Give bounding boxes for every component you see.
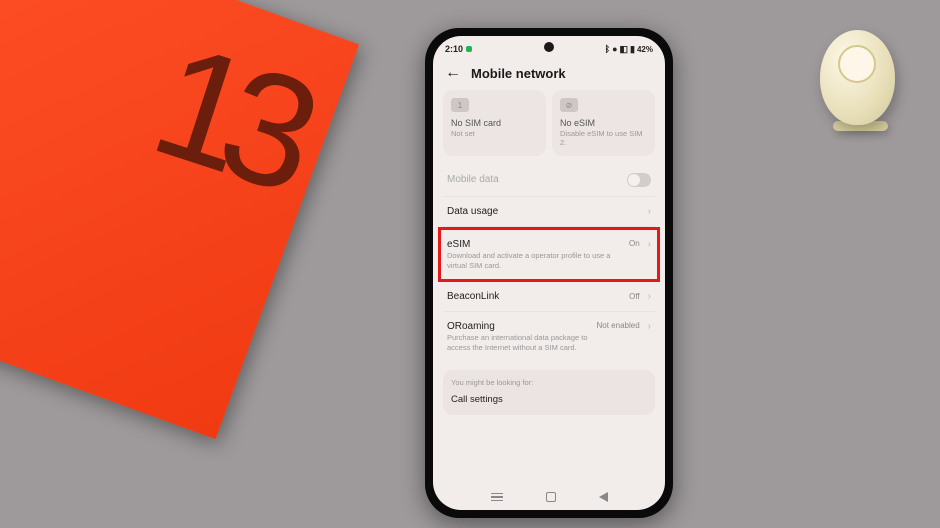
bluetooth-icon: ᛒ	[605, 44, 610, 54]
row-subtitle: Download and activate a operator profile…	[447, 251, 623, 271]
sim-title: No eSIM	[560, 118, 647, 128]
phone-device: 2:10 ᛒ ● ◧ ▮ 42% ← Mobile network 1 No S…	[425, 28, 673, 518]
row-esim[interactable]: eSIM Download and activate a operator pr…	[443, 230, 655, 280]
page-header: ← Mobile network	[433, 58, 665, 90]
esim-highlight: eSIM Download and activate a operator pr…	[438, 227, 660, 283]
row-subtitle: Purchase an international data package t…	[447, 333, 591, 353]
page-title: Mobile network	[471, 66, 566, 81]
settings-content: 1 No SIM card Not set ⊘ No eSIM Disable …	[433, 90, 665, 484]
sim-title: No SIM card	[451, 118, 538, 128]
row-label: BeaconLink	[447, 291, 623, 302]
status-indicator-icon	[466, 46, 472, 52]
row-value: Off	[629, 292, 640, 301]
esim-slot-icon: ⊘	[560, 98, 578, 112]
chevron-right-icon: ›	[648, 239, 651, 250]
battery-icon: ▮	[630, 44, 635, 55]
row-label: Data usage	[447, 206, 642, 217]
row-label: ORoaming	[447, 321, 591, 332]
suggestion-section: You might be looking for: Call settings	[443, 370, 655, 415]
sim-card-esim[interactable]: ⊘ No eSIM Disable eSIM to use SIM 2.	[552, 90, 655, 156]
row-label: eSIM	[447, 239, 623, 250]
row-oroaming[interactable]: ORoaming Purchase an international data …	[443, 312, 655, 362]
mobile-data-toggle[interactable]	[627, 173, 651, 187]
call-settings-link[interactable]: Call settings	[451, 394, 647, 405]
box-number-13: 13	[134, 7, 322, 225]
status-time: 2:10	[445, 44, 463, 54]
suggestion-hint: You might be looking for:	[451, 378, 647, 387]
row-label: Mobile data	[447, 174, 621, 185]
nav-home-button[interactable]	[546, 492, 556, 502]
row-value: Not enabled	[597, 321, 640, 330]
chevron-right-icon: ›	[648, 291, 651, 302]
back-arrow-icon[interactable]: ←	[445, 64, 461, 82]
nav-recent-button[interactable]	[491, 493, 503, 502]
desk-clock	[820, 30, 900, 140]
row-value: On	[629, 239, 640, 248]
sim-cards-row: 1 No SIM card Not set ⊘ No eSIM Disable …	[443, 90, 655, 156]
nav-back-button[interactable]	[599, 492, 608, 502]
dnd-icon: ●	[612, 44, 617, 54]
sim-subtitle: Disable eSIM to use SIM 2.	[560, 129, 647, 148]
system-nav-bar	[433, 484, 665, 510]
battery-percent: 42%	[637, 45, 653, 54]
phone-screen: 2:10 ᛒ ● ◧ ▮ 42% ← Mobile network 1 No S…	[433, 36, 665, 510]
chevron-right-icon: ›	[648, 206, 651, 217]
row-data-usage[interactable]: Data usage ›	[443, 197, 655, 227]
sim-slot-icon: 1	[451, 98, 469, 112]
row-beaconlink[interactable]: BeaconLink Off ›	[443, 282, 655, 312]
sim-subtitle: Not set	[451, 129, 538, 138]
chevron-right-icon: ›	[648, 321, 651, 332]
product-box: 13	[0, 0, 359, 439]
sim-card-physical[interactable]: 1 No SIM card Not set	[443, 90, 546, 156]
front-camera	[544, 42, 554, 52]
row-mobile-data[interactable]: Mobile data	[443, 164, 655, 197]
vibrate-icon: ◧	[620, 44, 629, 55]
